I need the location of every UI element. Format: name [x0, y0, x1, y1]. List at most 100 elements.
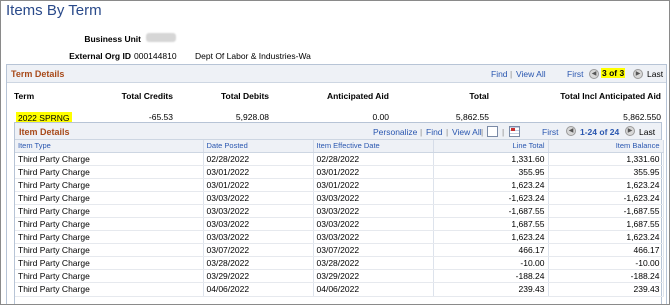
table-row: Third Party Charge 03/01/2022 03/01/2022 1,… — [15, 178, 664, 192]
divider: | — [420, 127, 423, 137]
item-find-link[interactable]: Find — [426, 127, 443, 137]
col-item-effective-date[interactable]: Item Effective Date — [313, 140, 434, 153]
item-details-grid: Item Details Personalize | Find | View A… — [14, 122, 664, 304]
line-total-cell: -1,687.55 — [433, 204, 549, 218]
item-first-link[interactable]: First — [542, 127, 559, 137]
item-type-cell: Third Party Charge — [15, 256, 204, 271]
business-unit-label: Business Unit — [84, 34, 141, 44]
chevron-right-icon[interactable]: ▶ — [633, 69, 643, 79]
term-total-credits: -65.53 — [148, 112, 173, 122]
item-balance-cell: 355.95 — [548, 165, 664, 179]
term-last-link: Last — [647, 69, 664, 79]
table-row: Third Party Charge 03/03/2022 03/03/2022 -1… — [15, 191, 664, 205]
item-type-cell: Third Party Charge — [15, 217, 204, 232]
zoom-icon[interactable] — [487, 126, 498, 137]
chevron-left-icon[interactable]: ◀ — [589, 69, 599, 79]
effective-date-cell: 03/03/2022 — [313, 204, 434, 218]
spreadsheet-icon[interactable] — [509, 126, 520, 137]
item-details-title: Item Details — [19, 127, 70, 137]
item-type-cell: Third Party Charge — [15, 178, 204, 192]
item-page-range: 1-24 of 24 — [580, 127, 620, 137]
line-total-cell: 355.95 — [433, 165, 549, 179]
term-view-all-link[interactable]: View All — [516, 69, 546, 79]
item-type-cell: Third Party Charge — [15, 282, 204, 297]
term-find-link[interactable]: Find — [491, 69, 508, 79]
item-balance-cell: 1,623.24 — [548, 178, 664, 192]
effective-date-cell: 03/28/2022 — [313, 256, 434, 271]
effective-date-cell: 03/03/2022 — [313, 191, 434, 205]
date-posted-cell: 02/28/2022 — [203, 152, 314, 166]
col-item-balance[interactable]: Item Balance — [548, 140, 664, 153]
item-last-link: Last — [639, 127, 656, 137]
term-total: 5,862.55 — [455, 112, 489, 122]
date-posted-cell: 03/01/2022 — [203, 165, 314, 179]
table-row: Third Party Charge 03/03/2022 03/03/2022 -1… — [15, 204, 664, 218]
item-balance-cell: -1,623.24 — [548, 191, 664, 205]
item-type-cell: Third Party Charge — [15, 204, 204, 218]
chevron-right-icon[interactable]: ▶ — [625, 126, 635, 136]
date-posted-cell: 04/06/2022 — [203, 282, 314, 297]
col-line-total[interactable]: Line Total — [433, 140, 549, 153]
table-row: Third Party Charge 04/06/2022 04/06/2022 23… — [15, 282, 664, 297]
item-type-cell: Third Party Charge — [15, 165, 204, 179]
item-balance-cell: 1,331.60 — [548, 152, 664, 166]
effective-date-cell: 03/03/2022 — [313, 230, 434, 245]
line-total-cell: -10.00 — [433, 256, 549, 271]
items-header-row: Item Type Date Posted Item Effective Dat… — [15, 140, 664, 153]
date-posted-cell: 03/03/2022 — [203, 230, 314, 245]
table-row: Third Party Charge 02/28/2022 02/28/2022 1,… — [15, 152, 664, 166]
item-balance-cell: 466.17 — [548, 243, 664, 258]
item-type-cell: Third Party Charge — [15, 269, 204, 284]
page-frame: Items By Term Business Unit External Org… — [0, 0, 670, 305]
date-posted-cell: 03/29/2022 — [203, 269, 314, 284]
business-unit-value-redacted — [146, 33, 176, 42]
divider: | — [481, 127, 484, 137]
date-posted-cell: 03/03/2022 — [203, 217, 314, 232]
effective-date-cell: 03/01/2022 — [313, 178, 434, 192]
table-row: Third Party Charge 03/01/2022 03/01/2022 35… — [15, 165, 664, 179]
item-balance-cell: 239.43 — [548, 282, 664, 297]
line-total-cell: 239.43 — [433, 282, 549, 297]
line-total-cell: 1,687.55 — [433, 217, 549, 232]
term-total-debits: 5,928.08 — [235, 112, 269, 122]
divider: | — [446, 127, 449, 137]
col-item-type[interactable]: Item Type — [15, 140, 204, 153]
date-posted-cell: 03/28/2022 — [203, 256, 314, 271]
items-table: Item Type Date Posted Item Effective Dat… — [15, 140, 664, 297]
item-type-cell: Third Party Charge — [15, 152, 204, 166]
external-org-label: External Org ID — [69, 51, 131, 61]
item-balance-cell: 1,623.24 — [548, 230, 664, 245]
item-details-header: Item Details Personalize | Find | View A… — [15, 123, 661, 140]
personalize-link[interactable]: Personalize — [373, 127, 417, 137]
table-row: Third Party Charge 03/03/2022 03/03/2022 1,… — [15, 217, 664, 232]
table-row: Third Party Charge 03/07/2022 03/07/2022 46… — [15, 243, 664, 258]
divider: | — [510, 69, 513, 79]
item-balance-cell: 1,687.55 — [548, 217, 664, 232]
chevron-left-icon[interactable]: ◀ — [566, 126, 576, 136]
col-total: Total — [469, 91, 489, 101]
divider: | — [502, 127, 505, 137]
item-balance-cell: -188.24 — [548, 269, 664, 284]
term-first-link[interactable]: First — [567, 69, 584, 79]
date-posted-cell: 03/03/2022 — [203, 204, 314, 218]
term-total-incl-aid: 5,862.550 — [623, 112, 661, 122]
item-type-cell: Third Party Charge — [15, 191, 204, 205]
external-org-id: 000144810 — [134, 51, 177, 61]
date-posted-cell: 03/07/2022 — [203, 243, 314, 258]
item-type-cell: Third Party Charge — [15, 243, 204, 258]
effective-date-cell: 04/06/2022 — [313, 282, 434, 297]
effective-date-cell: 03/03/2022 — [313, 217, 434, 232]
col-date-posted[interactable]: Date Posted — [203, 140, 314, 153]
line-total-cell: 1,331.60 — [433, 152, 549, 166]
effective-date-cell: 03/29/2022 — [313, 269, 434, 284]
col-term: Term — [14, 91, 35, 101]
date-posted-cell: 03/01/2022 — [203, 178, 314, 192]
term-anticipated-aid: 0.00 — [372, 112, 389, 122]
effective-date-cell: 02/28/2022 — [313, 152, 434, 166]
term-details-title: Term Details — [11, 69, 65, 79]
table-row: Third Party Charge 03/28/2022 03/28/2022 -1… — [15, 256, 664, 271]
col-total-credits: Total Credits — [121, 91, 173, 101]
line-total-cell: -188.24 — [433, 269, 549, 284]
col-anticipated-aid: Anticipated Aid — [326, 91, 389, 101]
item-view-all-link[interactable]: View All — [452, 127, 482, 137]
